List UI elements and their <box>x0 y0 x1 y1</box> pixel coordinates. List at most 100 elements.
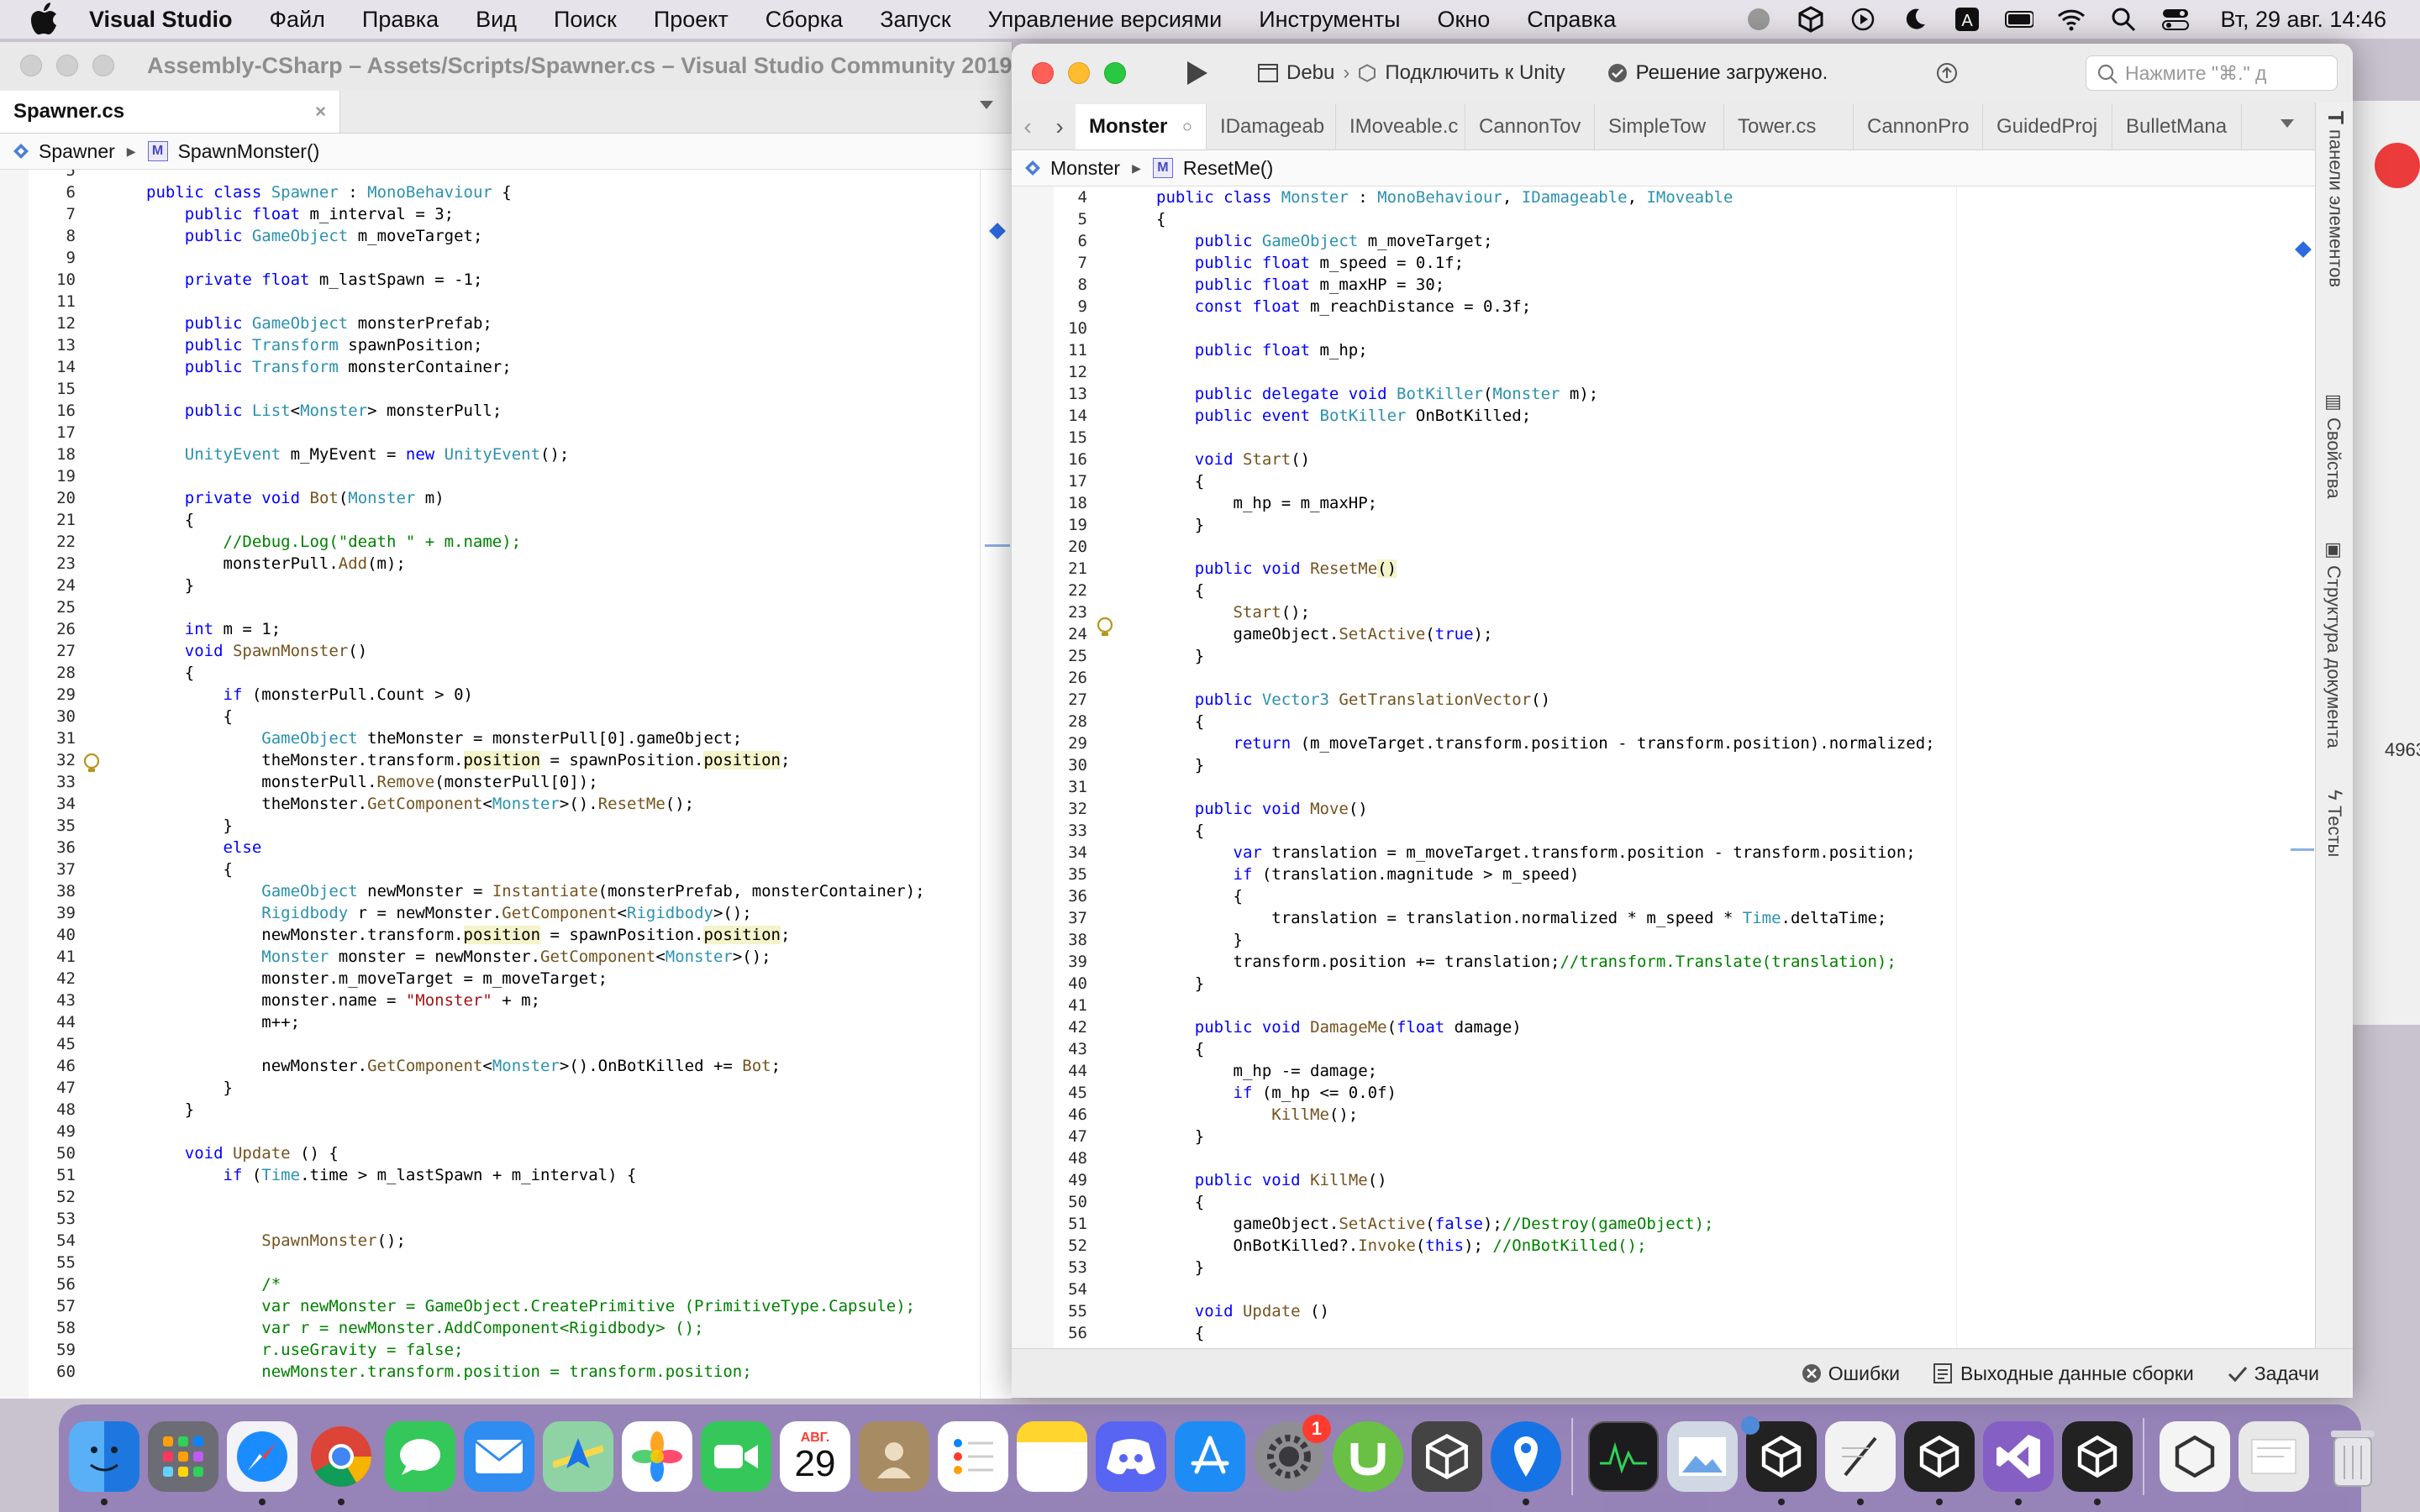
wifi-icon[interactable] <box>2057 5 2086 34</box>
reminders-icon[interactable] <box>938 1421 1008 1492</box>
lightbulb-icon[interactable] <box>82 753 101 774</box>
breadcrumb-method[interactable]: SpawnMonster() <box>178 140 320 163</box>
zoom-window-button[interactable] <box>1104 62 1126 84</box>
unity-download-stack-icon[interactable] <box>2160 1421 2230 1492</box>
spawner-code-editor[interactable]: 5 6 public class Spawner : MonoBehaviour … <box>0 170 1012 1399</box>
tab-monster[interactable]: Monster ○ <box>1076 104 1207 150</box>
ide-search-field[interactable]: Нажмите "⌘." д <box>2086 55 2338 91</box>
photos-icon[interactable] <box>622 1421 692 1492</box>
tab-nav-forward-icon[interactable]: › <box>1044 104 1076 150</box>
lightbulb-icon[interactable] <box>1096 617 1114 638</box>
tab-cannonprojectile[interactable]: CannonPro <box>1854 104 1983 150</box>
unity-hub-icon[interactable] <box>1412 1421 1482 1492</box>
tab-overflow-chevron-icon[interactable] <box>980 101 993 109</box>
run-play-icon[interactable] <box>1187 61 1207 85</box>
menu-help[interactable]: Справка <box>1527 7 1616 33</box>
record-status-icon[interactable] <box>1744 5 1773 34</box>
trash-icon[interactable] <box>2317 1421 2388 1492</box>
monster-code-editor[interactable]: 4 public class Monster : MonoBehaviour, I… <box>1012 186 2316 1349</box>
play-circle-icon[interactable] <box>1849 5 1877 34</box>
app-store-icon[interactable] <box>1175 1421 1245 1492</box>
unity-editor-icon-2[interactable] <box>1904 1421 1975 1492</box>
unity-status-icon[interactable] <box>1797 5 1825 34</box>
left-window-titlebar[interactable]: Assembly-CSharp – Assets/Scripts/Spawner… <box>0 42 1012 89</box>
tasks-pad-button[interactable]: Задачи <box>2228 1362 2319 1385</box>
notes-icon[interactable] <box>1017 1421 1087 1492</box>
zoom-window-button[interactable] <box>92 55 114 76</box>
unity-editor-icon-1[interactable] <box>1741 1416 1817 1492</box>
preview-icon[interactable] <box>1667 1421 1738 1492</box>
document-outline-pad-tab[interactable]: ▣ Структура документа <box>2323 539 2344 748</box>
location-app-running-dot <box>1523 1499 1529 1505</box>
contacts-icon[interactable] <box>859 1421 929 1492</box>
mail-icon[interactable] <box>464 1421 534 1492</box>
launchpad-icon[interactable] <box>148 1421 218 1492</box>
maps-icon[interactable] <box>543 1421 613 1492</box>
calendar-icon[interactable]: АВГ. 29 <box>780 1421 850 1492</box>
build-output-pad-label: Выходные данные сборки <box>1960 1362 2194 1384</box>
upload-status-icon[interactable] <box>1936 62 1958 84</box>
facetime-icon[interactable] <box>701 1421 771 1492</box>
menu-version-control[interactable]: Управление версиями <box>988 7 1223 33</box>
textedit-icon[interactable] <box>1825 1421 1896 1492</box>
menu-file[interactable]: Файл <box>270 7 325 33</box>
tab-cannontower[interactable]: CannonTov <box>1465 104 1595 150</box>
tab-idamageable[interactable]: IDamageab <box>1207 104 1336 150</box>
tab-guidedprojectile[interactable]: GuidedProj <box>1983 104 2112 150</box>
left-window-controls <box>20 55 129 76</box>
downloads-stack-icon[interactable] <box>2238 1421 2309 1492</box>
spotlight-search-icon[interactable] <box>2109 5 2138 34</box>
menu-view[interactable]: Вид <box>476 7 517 33</box>
tab-label: IDamageab <box>1220 115 1325 138</box>
activity-monitor-icon[interactable] <box>1588 1421 1659 1492</box>
location-app-icon[interactable] <box>1491 1421 1561 1492</box>
messages-icon[interactable] <box>385 1421 455 1492</box>
tab-imoveable[interactable]: IMoveable.c <box>1336 104 1465 150</box>
menu-search[interactable]: Поиск <box>554 7 617 33</box>
tab-unsaved-icon[interactable]: ○ <box>1182 118 1192 137</box>
breadcrumb-method[interactable]: ResetMe() <box>1183 157 1273 180</box>
system-settings-icon[interactable]: 1 <box>1254 1415 1331 1492</box>
tab-overflow-chevron-icon[interactable] <box>2281 119 2294 128</box>
side-pads-strip: T панели элементов ▤ Свойства ▣ Структур… <box>2315 102 2353 1349</box>
battery-icon[interactable] <box>2005 5 2034 34</box>
menubar-clock[interactable]: Вт, 29 авг. 14:46 <box>2220 7 2386 33</box>
close-window-button[interactable] <box>20 55 42 76</box>
breadcrumb-class[interactable]: Monster <box>1050 157 1120 180</box>
toolbox-pad-tab[interactable]: T панели элементов <box>2323 111 2349 287</box>
app-menu[interactable]: Visual Studio <box>89 7 233 33</box>
visual-studio-icon[interactable] <box>1983 1421 2054 1492</box>
menu-edit[interactable]: Правка <box>362 7 439 33</box>
utorrent-icon[interactable] <box>1333 1421 1403 1492</box>
minimize-window-button[interactable] <box>56 55 78 76</box>
minimize-window-button[interactable] <box>1068 62 1090 84</box>
tab-spawner-cs[interactable]: Spawner.cs × <box>0 91 340 133</box>
errors-pad-button[interactable]: Ошибки <box>1802 1362 1900 1385</box>
properties-pad-tab[interactable]: ▤ Свойства <box>2323 391 2344 499</box>
safari-icon[interactable] <box>227 1421 297 1492</box>
tab-tower[interactable]: Tower.cs <box>1724 104 1854 150</box>
control-center-icon[interactable] <box>2161 5 2190 34</box>
discord-icon[interactable] <box>1096 1421 1166 1492</box>
tab-bulletmanager[interactable]: BulletMana <box>2112 104 2242 150</box>
input-source-icon[interactable]: A <box>1953 5 1981 34</box>
build-config-selector[interactable]: Debu › Подключить к Unity <box>1258 61 1565 85</box>
menu-build[interactable]: Сборка <box>765 7 843 33</box>
moon-icon[interactable] <box>1901 5 1929 34</box>
menu-window[interactable]: Окно <box>1438 7 1491 33</box>
breadcrumb-class[interactable]: Spawner <box>39 140 115 163</box>
apple-logo-icon[interactable] <box>30 3 59 36</box>
build-output-pad-button[interactable]: Выходные данные сборки <box>1933 1362 2194 1385</box>
close-window-button[interactable] <box>1032 62 1054 84</box>
finder-icon[interactable] <box>69 1421 139 1492</box>
tests-pad-tab[interactable]: ϟ Тесты <box>2323 790 2346 857</box>
unity-editor-icon-3[interactable] <box>2062 1421 2133 1492</box>
chrome-icon[interactable] <box>306 1421 376 1492</box>
background-record-button[interactable] <box>2375 143 2420 188</box>
menu-tools[interactable]: Инструменты <box>1259 7 1400 33</box>
tab-nav-back-icon[interactable]: ‹ <box>1012 104 1044 150</box>
tab-simpletower[interactable]: SimpleTow <box>1595 104 1724 150</box>
menu-project[interactable]: Проект <box>654 7 729 33</box>
close-tab-icon[interactable]: × <box>315 101 326 123</box>
menu-run[interactable]: Запуск <box>880 7 950 33</box>
